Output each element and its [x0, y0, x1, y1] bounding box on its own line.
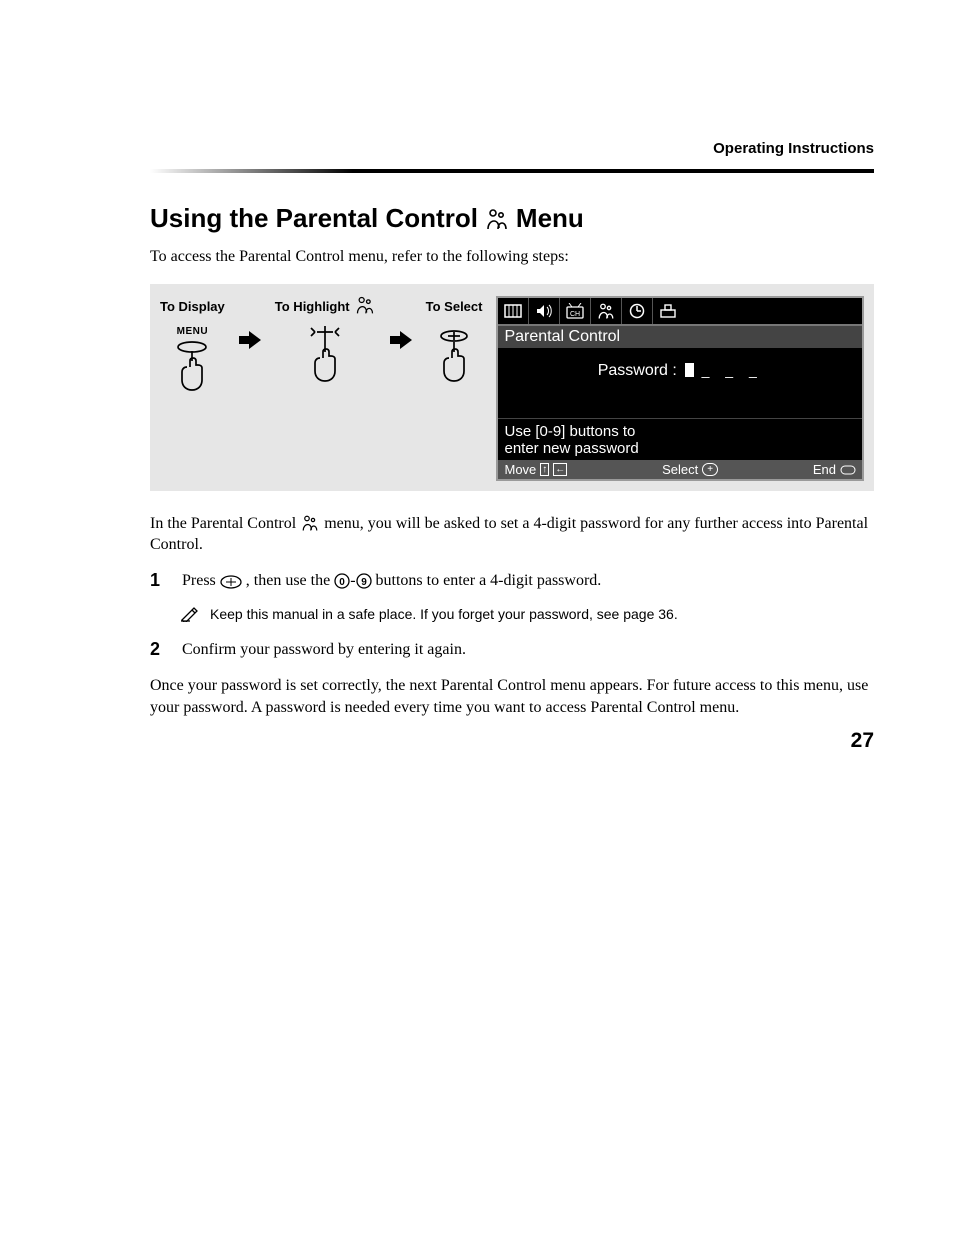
note-text: Keep this manual in a safe place. If you…: [210, 606, 678, 622]
osd-timer-icon: [622, 298, 653, 324]
step-number: 1: [150, 570, 170, 592]
step1-text-a: Press: [182, 572, 220, 589]
osd-footer-move: Move: [504, 462, 536, 477]
up-arrow-icon: ↑: [540, 463, 549, 476]
note: Keep this manual in a safe place. If you…: [180, 606, 874, 625]
joystick-hand-icon: [297, 326, 353, 392]
final-para: Once your password is set correctly, the…: [150, 675, 874, 718]
nine-button-icon: 9: [356, 573, 372, 589]
col-select-label: To Select: [426, 296, 483, 316]
after-box-para: In the Parental Control menu, you will b…: [150, 513, 874, 556]
osd-icon-row: CH: [498, 298, 862, 326]
osd-footer-select: Select: [662, 462, 698, 477]
col-highlight: To Highlight: [275, 296, 376, 397]
page-title: Using the Parental Control Menu: [150, 203, 874, 234]
step-number: 2: [150, 639, 170, 661]
osd-title: Parental Control: [498, 326, 862, 348]
parental-control-icon: [484, 207, 510, 231]
parental-control-icon: [354, 295, 376, 318]
section-header: Operating Instructions: [150, 140, 874, 157]
step1-text-c: buttons to enter a 4-digit password.: [376, 572, 602, 589]
press-menu-hand-icon: [167, 337, 217, 393]
instruction-diagram: To Display MENU To Highlight: [150, 284, 874, 491]
col-highlight-label: To Highlight: [275, 296, 376, 316]
osd-audio-icon: [529, 298, 560, 324]
highlight-text: To Highlight: [275, 299, 350, 314]
select-button-icon: +: [702, 463, 718, 476]
osd-cursor: [685, 363, 694, 377]
osd-channel-icon: CH: [560, 298, 591, 324]
osd-message: Use [0-9] buttons to enter new password: [498, 418, 862, 460]
step2-text: Confirm your password by entering it aga…: [182, 639, 874, 661]
steps-list-2: 2 Confirm your password by entering it a…: [150, 639, 874, 661]
step-1: 1 Press , then use the 0 - 9 buttons to …: [150, 570, 874, 592]
col-display: To Display MENU: [160, 296, 225, 398]
osd-msg-line1: Use [0-9] buttons to: [504, 423, 856, 440]
step-2: 2 Confirm your password by entering it a…: [150, 639, 874, 661]
step1-text-b: , then use the: [246, 572, 334, 589]
manual-page: Operating Instructions Using the Parenta…: [0, 0, 954, 793]
menu-text-label: MENU: [160, 326, 225, 337]
pencil-note-icon: [180, 606, 200, 625]
left-arrow-icon: ←: [553, 463, 567, 476]
menu-button-icon: [840, 463, 856, 475]
col-select: To Select: [426, 296, 483, 397]
osd-password-dashes: _ _ _: [702, 362, 763, 378]
osd-body: Password : _ _ _: [498, 348, 862, 418]
joystick-button-icon: [220, 575, 242, 589]
header-rule: [150, 169, 874, 173]
osd-parental-icon: [591, 298, 622, 324]
after-box-text-1: In the Parental Control: [150, 515, 300, 532]
osd-msg-line2: enter new password: [504, 440, 856, 457]
col-display-label: To Display: [160, 296, 225, 316]
press-select-hand-icon: [429, 326, 479, 392]
intro-text: To access the Parental Control menu, ref…: [150, 248, 874, 266]
osd-password-label: Password :: [598, 362, 677, 379]
arrow-icon: [239, 331, 261, 354]
osd-setup-icon: [653, 298, 683, 324]
zero-button-icon: 0: [334, 573, 350, 589]
osd-footer-end: End: [813, 462, 836, 477]
title-pre: Using the Parental Control: [150, 203, 478, 234]
parental-control-icon: [300, 514, 320, 532]
osd-screenshot: CH Parental Control Password : _ _ _ Use…: [496, 296, 864, 481]
svg-text:0: 0: [339, 577, 345, 588]
page-number: 27: [851, 729, 874, 753]
title-post: Menu: [516, 203, 584, 234]
steps-list: 1 Press , then use the 0 - 9 buttons to …: [150, 570, 874, 592]
svg-text:CH: CH: [570, 311, 580, 318]
osd-video-icon: [498, 298, 529, 324]
osd-footer: Move ↑ ← Select + End: [498, 460, 862, 479]
svg-text:9: 9: [361, 577, 367, 588]
arrow-icon: [390, 331, 412, 354]
